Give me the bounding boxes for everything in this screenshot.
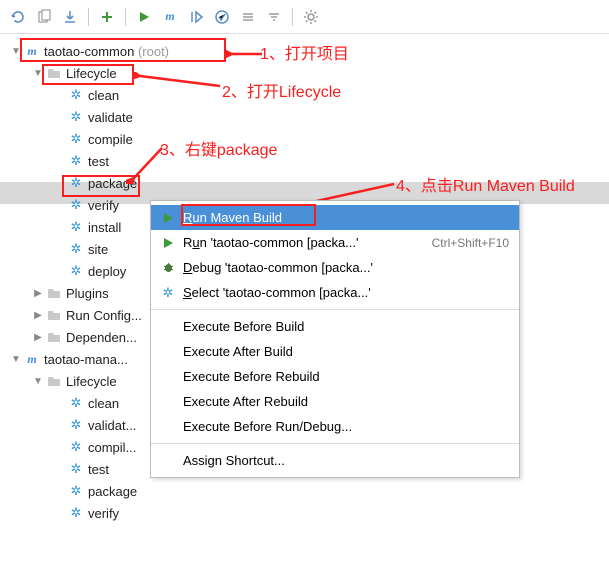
expand-icon[interactable]: ▼ xyxy=(10,354,22,365)
node-label: verify xyxy=(88,506,119,521)
gear-icon: ✲ xyxy=(68,109,84,125)
node-label: test xyxy=(88,462,109,477)
ctx-run-config[interactable]: Run 'taotao-common [packa...' Ctrl+Shift… xyxy=(151,230,519,255)
ctx-execute-before-rebuild[interactable]: Execute Before Rebuild xyxy=(151,364,519,389)
context-menu: Run Maven Build Run 'taotao-common [pack… xyxy=(150,200,520,478)
gear-icon: ✲ xyxy=(68,241,84,257)
tree-node-goal-validate[interactable]: ✲ validate xyxy=(6,106,609,128)
gear-icon: ✲ xyxy=(68,153,84,169)
annotation-box xyxy=(20,38,226,62)
menu-label: Debug 'taotao-common [packa...' xyxy=(179,260,509,275)
gear-icon: ✲ xyxy=(68,219,84,235)
node-label: Dependen... xyxy=(66,330,137,345)
tree-node-goal-package[interactable]: ✲ package xyxy=(6,480,609,502)
collapse-icon[interactable]: ▶ xyxy=(32,310,44,321)
annotation-arrow xyxy=(126,144,166,184)
menu-label: Execute Before Run/Debug... xyxy=(179,419,509,434)
run-icon xyxy=(157,212,179,224)
menu-label: Select 'taotao-common [packa...' xyxy=(179,285,509,300)
separator xyxy=(151,309,519,310)
annotation-arrow xyxy=(134,72,224,92)
collapse-icon[interactable]: ▶ xyxy=(32,288,44,299)
separator xyxy=(125,8,126,26)
gear-icon: ✲ xyxy=(68,439,84,455)
copy-icon[interactable] xyxy=(34,7,54,27)
node-label: site xyxy=(88,242,108,257)
tree-node-goal-test[interactable]: ✲ test xyxy=(6,150,609,172)
node-label: verify xyxy=(88,198,119,213)
annotation-arrow xyxy=(226,46,266,62)
folder-icon xyxy=(46,285,62,301)
menu-label: Run Maven Build xyxy=(179,210,509,225)
folder-icon xyxy=(46,373,62,389)
ctx-execute-after-build[interactable]: Execute After Build xyxy=(151,339,519,364)
node-label: Lifecycle xyxy=(66,374,117,389)
tree-node-goal-verify[interactable]: ✲ verify xyxy=(6,502,609,524)
node-label: clean xyxy=(88,396,119,411)
menu-label: Execute Before Rebuild xyxy=(179,369,509,384)
collapse-icon[interactable]: ▶ xyxy=(32,332,44,343)
node-label: test xyxy=(88,154,109,169)
folder-icon xyxy=(46,329,62,345)
tree-node-goal-compile[interactable]: ✲compile xyxy=(6,128,609,150)
gear-icon: ✲ xyxy=(68,197,84,213)
ctx-execute-before-build[interactable]: Execute Before Build xyxy=(151,314,519,339)
annotation-text: 3、右键package xyxy=(160,136,277,160)
node-label: Run Config... xyxy=(66,308,142,323)
expand-icon[interactable]: ▼ xyxy=(32,376,44,387)
annotation-text: 1、打开项目 xyxy=(260,40,349,64)
maven-icon[interactable]: m xyxy=(160,7,180,27)
node-label: validate xyxy=(88,110,133,125)
skip-tests-icon[interactable] xyxy=(186,7,206,27)
shortcut-label: Ctrl+Shift+F10 xyxy=(432,236,509,250)
ctx-select-config[interactable]: ✲ Select 'taotao-common [packa...' xyxy=(151,280,519,305)
node-label: taotao-mana... xyxy=(44,352,128,367)
run-icon xyxy=(157,237,179,249)
ctx-execute-before-run[interactable]: Execute Before Run/Debug... xyxy=(151,414,519,439)
separator xyxy=(292,8,293,26)
annotation-text: 4、点击Run Maven Build xyxy=(396,172,575,196)
gear-icon: ✲ xyxy=(68,263,84,279)
separator xyxy=(151,443,519,444)
ctx-run-maven-build[interactable]: Run Maven Build xyxy=(151,205,519,230)
node-label: deploy xyxy=(88,264,126,279)
offline-icon[interactable] xyxy=(212,7,232,27)
menu-label: Execute After Rebuild xyxy=(179,394,509,409)
node-label: clean xyxy=(88,88,119,103)
gear-icon: ✲ xyxy=(68,417,84,433)
download-icon[interactable] xyxy=(60,7,80,27)
node-label: Plugins xyxy=(66,286,109,301)
annotation-box xyxy=(42,64,134,85)
annotation-text: 2、打开Lifecycle xyxy=(222,78,341,102)
settings-icon[interactable] xyxy=(301,7,321,27)
run-icon[interactable] xyxy=(134,7,154,27)
gear-icon: ✲ xyxy=(68,483,84,499)
node-label: compil... xyxy=(88,440,136,455)
gear-icon: ✲ xyxy=(68,505,84,521)
separator xyxy=(88,8,89,26)
maven-module-icon: m xyxy=(24,351,40,367)
node-label: validat... xyxy=(88,418,136,433)
menu-label: Execute After Build xyxy=(179,344,509,359)
gear-icon: ✲ xyxy=(68,395,84,411)
folder-icon xyxy=(46,307,62,323)
bug-icon xyxy=(157,261,179,274)
gear-icon: ✲ xyxy=(68,131,84,147)
gear-icon: ✲ xyxy=(68,87,84,103)
menu-label: Assign Shortcut... xyxy=(179,453,509,468)
menu-label: Execute Before Build xyxy=(179,319,509,334)
menu-label: Run 'taotao-common [packa...' xyxy=(179,235,432,250)
ctx-assign-shortcut[interactable]: Assign Shortcut... xyxy=(151,448,519,473)
add-icon[interactable] xyxy=(97,7,117,27)
expand-icon[interactable] xyxy=(238,7,258,27)
gear-icon: ✲ xyxy=(68,461,84,477)
ctx-execute-after-rebuild[interactable]: Execute After Rebuild xyxy=(151,389,519,414)
ctx-debug-config[interactable]: Debug 'taotao-common [packa...' xyxy=(151,255,519,280)
gear-icon: ✲ xyxy=(157,285,179,301)
refresh-icon[interactable] xyxy=(8,7,28,27)
node-label: package xyxy=(88,484,137,499)
node-label: install xyxy=(88,220,121,235)
toolbar: m xyxy=(0,0,609,34)
collapse-icon[interactable] xyxy=(264,7,284,27)
